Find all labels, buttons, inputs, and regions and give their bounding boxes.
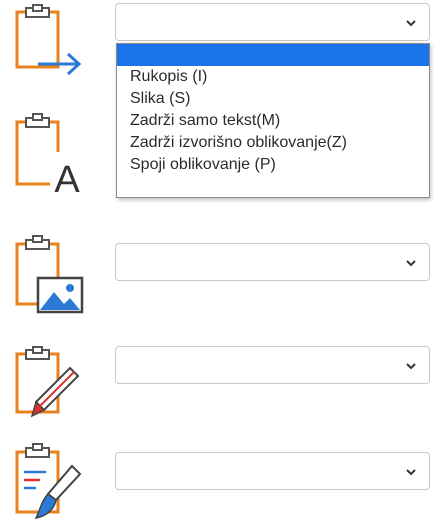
chevron-down-icon bbox=[406, 260, 416, 267]
clipboard-pen-icon bbox=[15, 346, 80, 418]
paste-option-dropdown-list[interactable]: Rukopis (I) Slika (S) Zadrži samo tekst(… bbox=[116, 43, 430, 198]
clipboard-arrow-icon bbox=[15, 4, 82, 76]
clipboard-picture-icon bbox=[15, 235, 84, 314]
paste-option-select-4[interactable] bbox=[115, 346, 430, 384]
paste-option-select-1[interactable] bbox=[115, 3, 430, 41]
paste-option-select-3[interactable] bbox=[115, 243, 430, 281]
dropdown-option-empty[interactable] bbox=[117, 44, 429, 66]
clipboard-text-icon: A bbox=[15, 113, 84, 196]
dropdown-option-zadrzi-samo-tekst[interactable]: Zadrži samo tekst(M) bbox=[117, 110, 429, 132]
dropdown-option-rukopis[interactable]: Rukopis (I) bbox=[117, 66, 429, 88]
dropdown-option-zadrzi-izvorisno[interactable]: Zadrži izvorišno oblikovanje(Z) bbox=[117, 132, 429, 154]
svg-text:A: A bbox=[54, 159, 80, 196]
dropdown-option-spoji-oblikovanje[interactable]: Spoji oblikovanje (P) bbox=[117, 154, 429, 176]
chevron-down-icon bbox=[406, 20, 416, 27]
paste-option-select-5[interactable] bbox=[115, 452, 430, 490]
clipboard-brush-icon bbox=[15, 443, 82, 520]
chevron-down-icon bbox=[406, 363, 416, 370]
chevron-down-icon bbox=[406, 469, 416, 476]
dropdown-option-slika[interactable]: Slika (S) bbox=[117, 88, 429, 110]
